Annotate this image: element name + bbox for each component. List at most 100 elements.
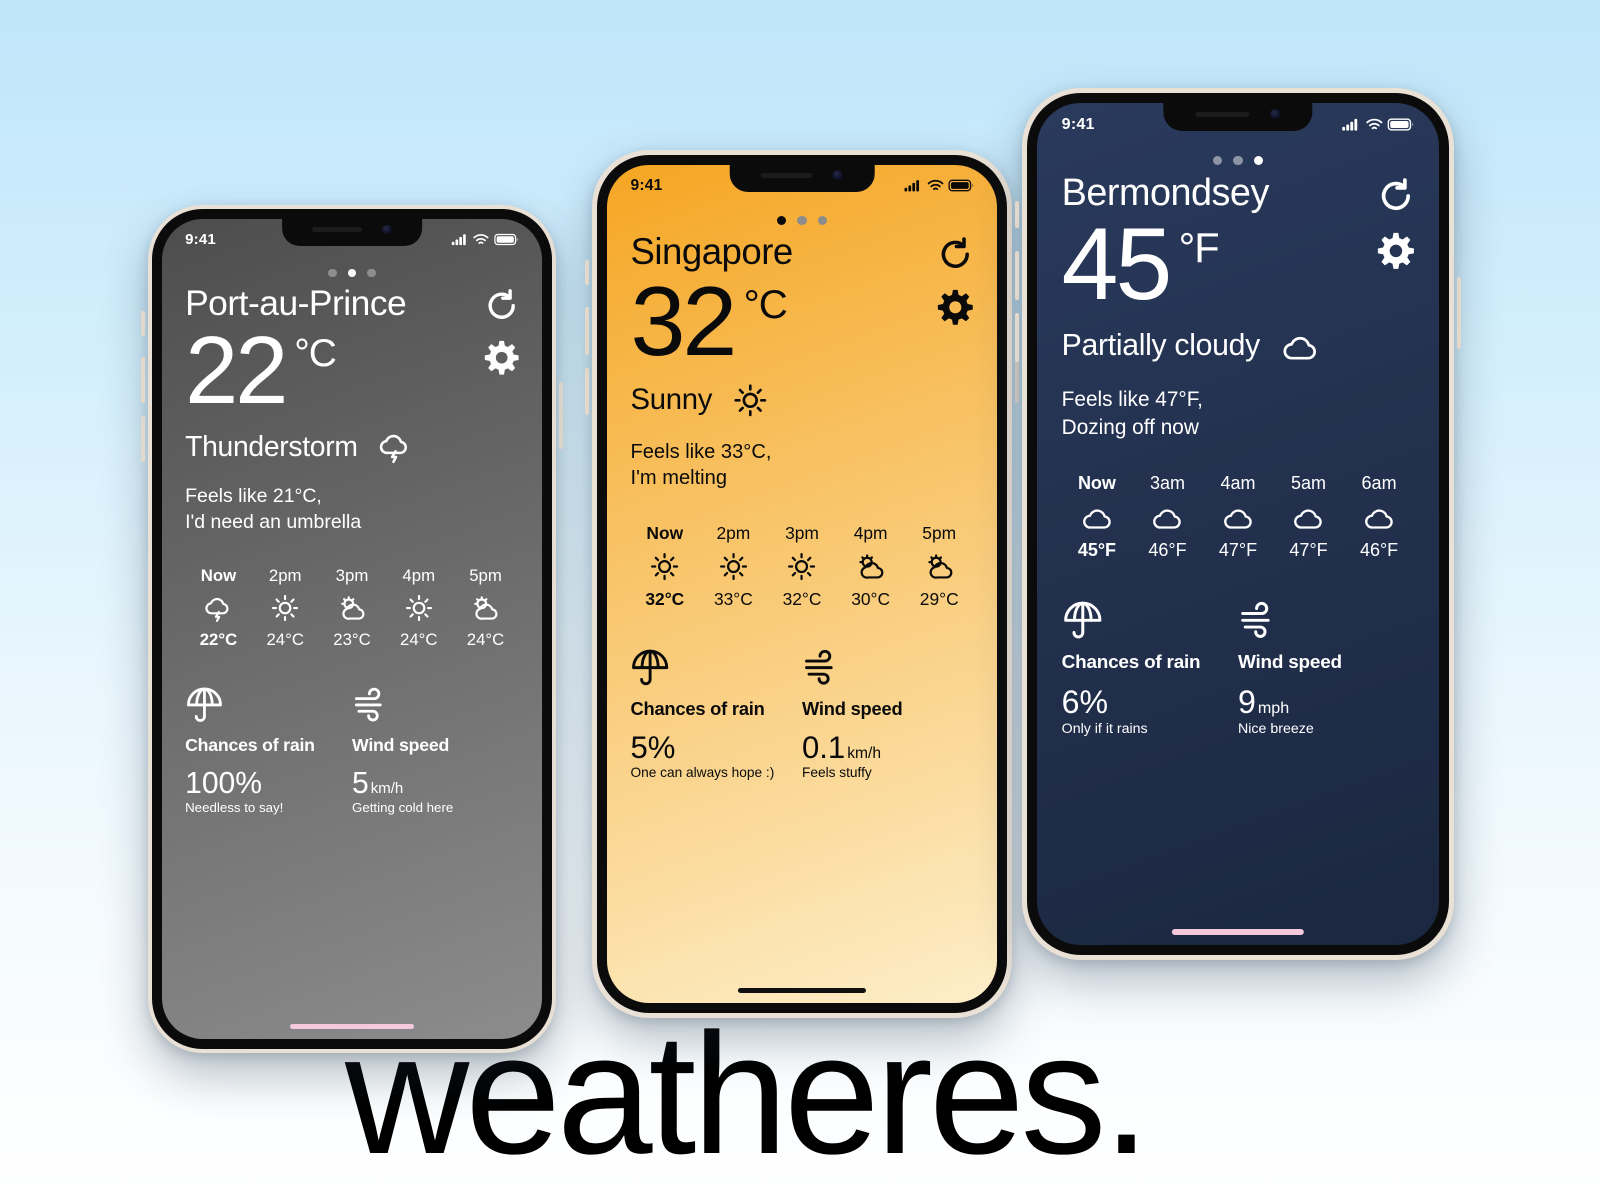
gear-icon[interactable] [484, 340, 519, 375]
refresh-icon[interactable] [1377, 177, 1415, 215]
hourly-item[interactable]: 4am 47°F [1203, 473, 1274, 561]
gear-icon[interactable] [1377, 232, 1415, 270]
current-temperature-row: 45 °F [1062, 213, 1377, 315]
hourly-partly-cloudy-icon [855, 551, 886, 582]
page-indicator [162, 268, 542, 278]
volume-up-button[interactable] [141, 357, 145, 404]
condition-row: Sunny [630, 382, 973, 419]
detail-stats: Chances of rain 6% Only if it rains Wind… [1061, 599, 1415, 737]
rain-stat-number: 6% [1061, 684, 1109, 721]
wind-stat-number: 5 [352, 766, 369, 800]
wind-stat-title: Wind speed [352, 734, 450, 755]
hourly-time-label: Now [646, 523, 684, 544]
refresh-icon[interactable] [937, 236, 974, 273]
hourly-temperature: 47°F [1289, 540, 1328, 561]
detail-stats: Chances of rain 100% Needless to say! Wi… [185, 685, 519, 815]
rain-stat: Chances of rain 5% One can always hope :… [630, 647, 802, 780]
refresh-icon[interactable] [484, 288, 519, 323]
page-dot[interactable] [797, 215, 807, 226]
phone-singapore: 9:41 Singapore 32 °C Sunny Feels like 33… [585, 150, 1019, 1018]
power-button[interactable] [1457, 277, 1461, 349]
feels-like-text: Feels like 33°C, I'm melting [630, 440, 772, 490]
current-temperature-row: 32 °C [630, 272, 936, 371]
silent-switch[interactable] [141, 311, 145, 336]
phone-port-au-prince: 9:41 Port-au-Prince 22 °C Thunderstorm F… [141, 205, 563, 1053]
hourly-forecast: Now 22°C 2pm 24°C 3pm 23°C 4pm 24°C 5pm [185, 566, 519, 650]
home-indicator[interactable] [1171, 928, 1305, 935]
hourly-item[interactable]: 2pm 24°C [252, 566, 319, 650]
condition-row: Thunderstorm [185, 429, 519, 464]
volume-down-button[interactable] [1015, 312, 1019, 362]
hourly-time-label: Now [200, 565, 237, 585]
phone-screen: 9:41 [1037, 103, 1439, 945]
page-dot[interactable] [777, 215, 787, 226]
status-bar: 9:41 [162, 219, 542, 260]
phone-bezel: 9:41 [152, 209, 552, 1049]
wind-stat-note: Nice breeze [1238, 720, 1314, 737]
page-dot[interactable] [1253, 155, 1264, 166]
hourly-item[interactable]: 3pm 23°C [319, 566, 386, 650]
page-dot[interactable] [328, 268, 337, 278]
current-temperature: 22 [185, 316, 288, 424]
hourly-item[interactable]: 3pm 32°C [768, 523, 837, 610]
volume-down-button[interactable] [141, 415, 145, 462]
hourly-item[interactable]: Now 22°C [185, 566, 252, 650]
phone-screen: 9:41 [162, 219, 542, 1039]
page-dot[interactable] [817, 215, 827, 226]
wind-stat-unit: mph [1257, 699, 1290, 718]
silent-switch[interactable] [585, 259, 589, 286]
wind-stat-value: 0.1 km/h [802, 730, 974, 765]
volume-down-button[interactable] [585, 367, 589, 416]
rain-stat-note: Only if it rains [1061, 720, 1148, 737]
volume-up-button[interactable] [585, 307, 589, 355]
wind-stat-note: Feels stuffy [802, 765, 872, 781]
status-bar: 9:41 [607, 165, 998, 207]
city-name: Singapore [630, 231, 793, 273]
silent-switch[interactable] [1015, 201, 1019, 228]
hourly-thunderstorm-icon [203, 593, 233, 623]
hourly-item[interactable]: 4pm 30°C [836, 523, 905, 610]
condition-label: Thunderstorm [185, 430, 358, 463]
hourly-temperature: 29°C [919, 589, 959, 610]
volume-up-button[interactable] [1015, 250, 1019, 300]
power-button[interactable] [559, 382, 563, 450]
home-indicator[interactable] [737, 987, 867, 994]
hourly-item[interactable]: 3am 46°F [1132, 473, 1203, 561]
weather-app-content: Port-au-Prince 22 °C Thunderstorm Feels … [162, 219, 542, 1039]
page-dot[interactable] [366, 268, 376, 278]
page-dot[interactable] [347, 268, 357, 278]
hourly-sunny-icon [270, 593, 300, 623]
hourly-temperature: 24°C [400, 630, 438, 649]
page-dot[interactable] [1212, 155, 1222, 166]
home-indicator[interactable] [290, 1023, 414, 1030]
hourly-cloudy-icon [1151, 501, 1183, 533]
wind-icon [802, 647, 974, 687]
rain-stat-value: 6% [1061, 684, 1238, 721]
hourly-sunny-icon [718, 551, 749, 582]
wind-stat-title: Wind speed [1238, 652, 1342, 674]
hourly-item[interactable]: 5am 47°F [1273, 473, 1344, 561]
hourly-item[interactable]: 5pm 29°C [905, 523, 974, 610]
weather-app-content: Bermondsey 45 °F Partially cloudy Feels … [1037, 103, 1439, 945]
hourly-temperature: 22°C [199, 630, 238, 649]
page-indicator [1037, 155, 1439, 166]
wind-icon [352, 685, 519, 724]
hourly-partly-cloudy-icon [337, 593, 367, 623]
hourly-item[interactable]: Now 32°C [630, 523, 699, 610]
gear-icon[interactable] [937, 289, 974, 326]
umbrella-icon [630, 647, 802, 687]
hourly-temperature: 46°F [1359, 540, 1399, 561]
hourly-item[interactable]: 6am 46°F [1344, 473, 1415, 561]
hourly-item[interactable]: 4pm 24°C [385, 566, 452, 650]
hourly-cloudy-icon [1222, 501, 1254, 533]
hourly-temperature: 46°F [1148, 540, 1187, 561]
hourly-item[interactable]: 2pm 33°C [699, 523, 768, 610]
page-dot[interactable] [1233, 155, 1243, 166]
hourly-temperature: 30°C [851, 589, 891, 610]
wifi-icon [473, 234, 490, 246]
hourly-item[interactable]: Now 45°F [1062, 473, 1133, 561]
hourly-item[interactable]: 5pm 24°C [452, 566, 519, 650]
rain-stat: Chances of rain 100% Needless to say! [185, 685, 352, 815]
hourly-time-label: 4am [1220, 473, 1256, 494]
wind-stat-value: 9 mph [1238, 685, 1414, 721]
